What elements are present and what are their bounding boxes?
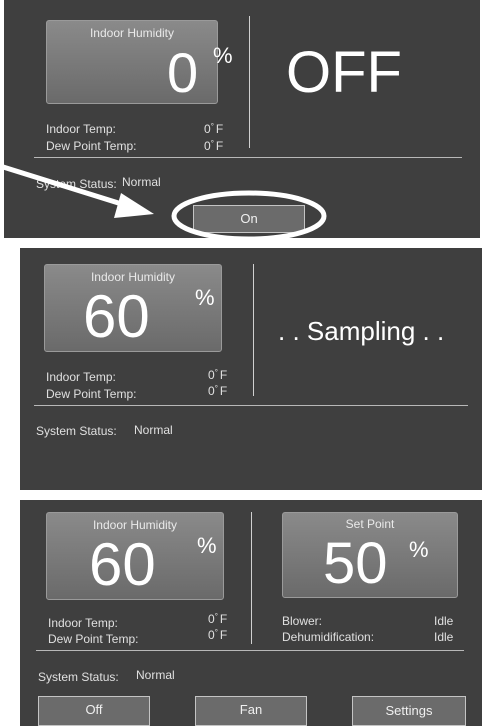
horizontal-divider (34, 157, 462, 158)
system-state-text: OFF (286, 40, 402, 105)
indoor-humidity-value: 60 (89, 531, 156, 598)
vertical-divider (253, 264, 254, 396)
indoor-humidity-title: Indoor Humidity (89, 26, 175, 40)
system-status-label: System Status: (38, 670, 119, 684)
indoor-humidity-tile: Indoor Humidity 60 % (44, 264, 222, 352)
thermostat-panel-sampling: Indoor Humidity 60 % . . Sampling . . In… (20, 248, 482, 490)
blower-value: Idle (434, 614, 454, 628)
indoor-temp-label: Indoor Temp: (46, 370, 116, 384)
indoor-temp-value: 0° F (208, 368, 228, 382)
indoor-humidity-percent: % (213, 43, 233, 68)
vertical-divider (249, 16, 250, 148)
system-status-value: Normal (122, 175, 161, 189)
system-status-value: Normal (134, 423, 173, 437)
dew-point-value: 0° F (208, 628, 228, 642)
indoor-humidity-value: 60 (83, 283, 150, 350)
indoor-temp-label: Indoor Temp: (48, 616, 118, 630)
dew-point-value: 0° F (208, 384, 228, 398)
set-point-title: Set Point (345, 517, 395, 531)
dehumidification-label: Dehumidification: (282, 630, 375, 644)
indoor-humidity-tile: Indoor Humidity 0 % (46, 20, 233, 104)
set-point-percent: % (409, 537, 429, 562)
indoor-temp-value: 0° F (204, 122, 224, 136)
system-status-value: Normal (136, 668, 175, 682)
dew-point-value: 0° F (204, 139, 224, 153)
system-status-label: System Status: (36, 177, 117, 191)
fan-button[interactable]: Fan (195, 696, 307, 726)
indoor-humidity-percent: % (197, 533, 217, 558)
indoor-humidity-title: Indoor Humidity (92, 518, 178, 532)
vertical-divider (251, 512, 252, 644)
thermostat-panel-off: Indoor Humidity 0 % OFF Indoor Temp: 0° F… (4, 0, 480, 238)
indoor-humidity-tile: Indoor Humidity 60 % (46, 512, 224, 600)
dew-point-label: Dew Point Temp: (46, 387, 137, 401)
horizontal-divider (34, 405, 468, 406)
settings-button[interactable]: Settings (352, 696, 466, 726)
dew-point-label: Dew Point Temp: (48, 632, 139, 646)
indoor-temp-label: Indoor Temp: (46, 122, 116, 136)
thermostat-panel-running: Indoor Humidity 60 % Set Point 50 % Indo… (20, 500, 482, 726)
set-point-value: 50 (323, 531, 388, 596)
set-point-tile[interactable]: Set Point 50 % (282, 512, 458, 598)
horizontal-divider (36, 650, 464, 651)
blower-label: Blower: (282, 614, 323, 628)
dew-point-label: Dew Point Temp: (46, 139, 137, 153)
indoor-humidity-title: Indoor Humidity (90, 270, 176, 284)
indoor-humidity-value: 0 (167, 41, 199, 104)
off-button[interactable]: Off (38, 696, 150, 726)
dehumidification-value: Idle (434, 630, 454, 644)
system-state-text: . . Sampling . . (278, 316, 445, 346)
on-button[interactable]: On (193, 205, 305, 233)
system-status-label: System Status: (36, 424, 117, 438)
indoor-temp-value: 0° F (208, 612, 228, 626)
indoor-humidity-percent: % (195, 285, 215, 310)
